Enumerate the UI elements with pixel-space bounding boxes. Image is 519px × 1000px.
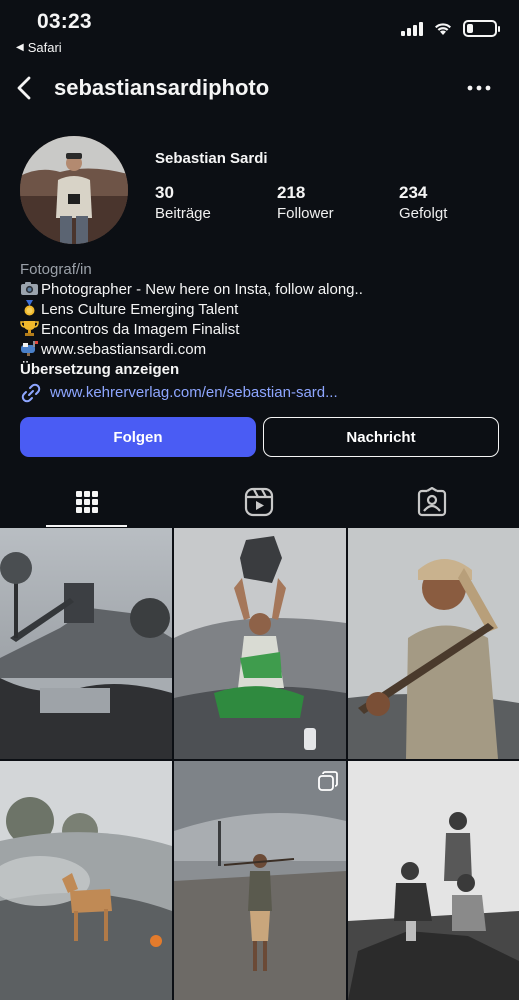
profile-category: Fotograf/in <box>20 261 92 278</box>
profile-header: sebastiansardiphoto <box>0 66 519 110</box>
cellular-signal-icon <box>401 21 423 36</box>
stat-posts[interactable]: 30 Beiträge <box>155 183 211 222</box>
follow-button[interactable]: Folgen <box>20 417 256 457</box>
link-chain-icon <box>21 383 41 403</box>
bio-line-text: Photographer - New here on Insta, follow… <box>41 281 363 298</box>
bio-line: Photographer - New here on Insta, follow… <box>20 280 500 300</box>
bio-line-text: Lens Culture Emerging Talent <box>41 301 239 318</box>
wifi-icon <box>435 23 451 35</box>
stat-posts-label: Beiträge <box>155 205 211 222</box>
stat-followers-value: 218 <box>277 183 306 202</box>
tagged-icon <box>417 487 447 517</box>
grid-post-dog-on-smoky-field-photo[interactable] <box>0 761 172 1000</box>
grid-post-woman-carrying-coal-photo[interactable] <box>174 528 346 759</box>
posts-grid <box>0 528 519 1000</box>
stat-followers[interactable]: 218 Follower <box>277 183 334 222</box>
status-time: 03:23 <box>37 10 92 33</box>
battery-icon <box>463 20 500 37</box>
stat-following[interactable]: 234 Gefolgt <box>399 183 447 222</box>
back-chevron-icon[interactable] <box>14 74 38 102</box>
profile-username: sebastiansardiphoto <box>54 75 270 100</box>
back-app-label: Safari <box>27 40 62 55</box>
grid-post-coal-mine-landscape-photo[interactable] <box>0 528 172 759</box>
grid-post-group-of-men-bw-photo[interactable] <box>348 761 519 1000</box>
active-tab-indicator <box>46 525 127 527</box>
grid-post-man-with-pickaxe-photo[interactable] <box>348 528 519 759</box>
stat-following-label: Gefolgt <box>399 205 448 222</box>
bio-line: Encontros da Imagem Finalist <box>20 320 500 340</box>
stat-followers-label: Follower <box>277 205 334 222</box>
bio-line-text: Encontros da Imagem Finalist <box>41 321 240 338</box>
external-link-text: www.kehrerverlag.com/en/sebastian-sard..… <box>50 384 338 401</box>
medal-emoji-icon <box>24 300 35 316</box>
grid-post-man-on-road-photo[interactable] <box>174 761 346 1000</box>
camera-emoji-icon <box>21 282 38 295</box>
more-options-icon[interactable] <box>465 78 493 98</box>
trophy-emoji-icon <box>20 321 39 336</box>
profile-display-name: Sebastian Sardi <box>155 150 268 167</box>
tab-reels[interactable] <box>218 476 300 528</box>
back-to-safari-link[interactable]: ◀ Safari <box>16 40 62 55</box>
external-link[interactable]: www.kehrerverlag.com/en/sebastian-sard..… <box>20 382 500 404</box>
profile-tabs <box>0 476 519 528</box>
bio-line-text: www.sebastiansardi.com <box>41 341 207 358</box>
profile-bio: Fotograf/in Photographer - New here on I… <box>20 260 500 404</box>
status-bar: 03:23 ◀ Safari <box>0 0 519 60</box>
reels-icon <box>244 487 274 517</box>
grid-icon <box>76 491 98 513</box>
status-icons <box>401 20 500 37</box>
tab-posts-grid[interactable] <box>46 476 128 528</box>
mailbox-emoji-icon <box>21 341 38 356</box>
tab-tagged[interactable] <box>391 476 473 528</box>
back-triangle-icon: ◀ <box>16 42 24 53</box>
bio-line: www.sebastiansardi.com <box>20 340 500 360</box>
stat-following-value: 234 <box>399 183 428 202</box>
stat-posts-value: 30 <box>155 183 174 202</box>
bio-line: Lens Culture Emerging Talent <box>20 300 500 320</box>
profile-avatar[interactable] <box>20 136 128 244</box>
translate-bio-link[interactable]: Übersetzung anzeigen <box>20 360 500 380</box>
multiple-photos-icon <box>318 771 338 791</box>
message-button[interactable]: Nachricht <box>263 417 499 457</box>
